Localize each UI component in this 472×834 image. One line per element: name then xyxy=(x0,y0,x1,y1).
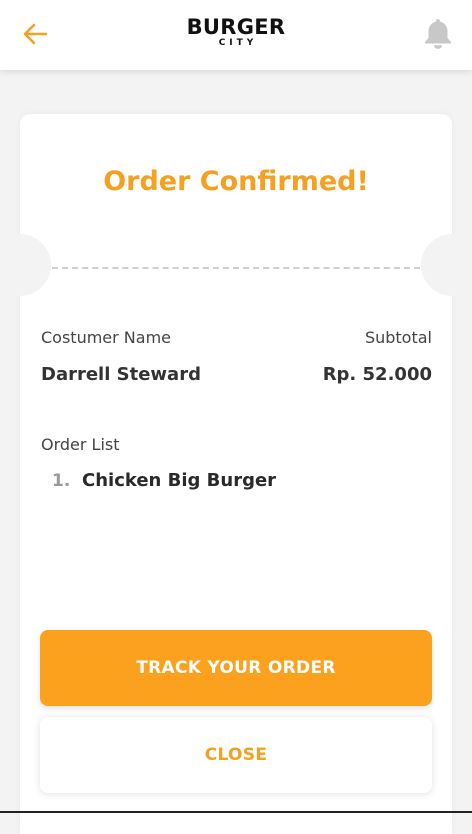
logo-main-text: BURGER xyxy=(186,15,286,39)
ticket-divider xyxy=(52,267,420,269)
notification-button[interactable] xyxy=(422,16,454,50)
list-item: 1. Chicken Big Burger xyxy=(52,470,276,491)
subtotal-value: Rp. 52.000 xyxy=(322,364,432,385)
order-item-number: 1. xyxy=(52,471,71,491)
customer-name-label: Costumer Name xyxy=(41,328,172,347)
close-button[interactable]: CLOSE xyxy=(40,717,432,793)
ticket-notch-left xyxy=(0,234,51,296)
logo-sub-text: CITY xyxy=(218,38,258,48)
order-list-label: Order List xyxy=(41,435,120,454)
app-header: BURGER CITY xyxy=(0,0,472,70)
order-confirmed-title: Order Confirmed! xyxy=(103,166,369,197)
customer-name-value: Darrell Steward xyxy=(41,364,201,385)
subtotal-label: Subtotal xyxy=(364,328,432,347)
ticket-notch-right xyxy=(421,234,472,296)
order-item-name: Chicken Big Burger xyxy=(82,470,277,491)
track-order-button[interactable]: TRACK YOUR ORDER xyxy=(40,630,432,706)
burger-city-logo: BURGER CITY xyxy=(0,16,472,49)
bell-icon xyxy=(425,19,451,49)
